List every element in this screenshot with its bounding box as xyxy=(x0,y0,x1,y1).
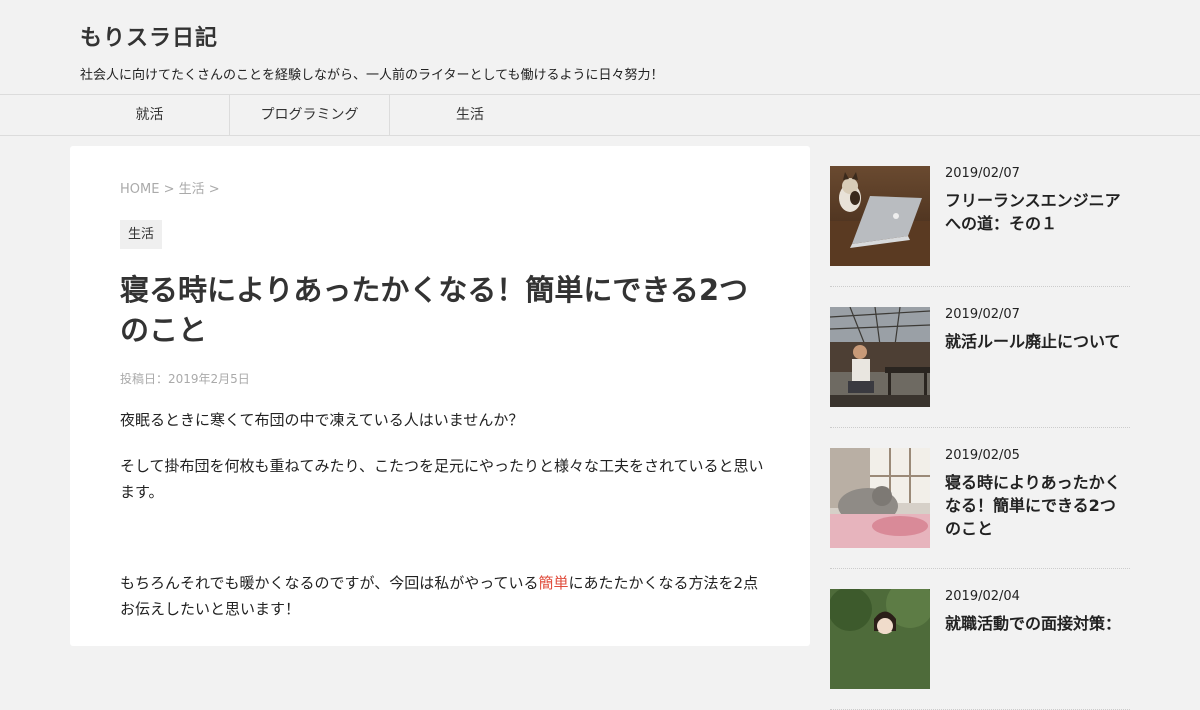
recent-post-date: 2019/02/07 xyxy=(945,307,1020,322)
site-tagline: 社会人に向けてたくさんのことを経験しながら、一人前のライターとしても働けるように… xyxy=(80,68,664,83)
nav-item-programming[interactable]: プログラミング xyxy=(230,95,390,135)
article-paragraph: そして掛布団を何枚も重ねてみたり、こたつを足元にやったりと様々な工夫をされている… xyxy=(120,457,764,501)
breadcrumb-category[interactable]: 生活 xyxy=(179,182,205,197)
man-on-bench-photo[interactable] xyxy=(830,307,930,407)
breadcrumb-home[interactable]: HOME xyxy=(120,182,159,197)
recent-post-card[interactable]: 2019/02/07 就活ルール廃止について xyxy=(830,287,1130,428)
category-badge[interactable]: 生活 xyxy=(120,220,163,249)
recent-post-date: 2019/02/04 xyxy=(945,589,1020,604)
recent-post-date: 2019/02/07 xyxy=(945,166,1020,181)
recent-post-title[interactable]: 就職活動での面接対策： xyxy=(945,612,1130,635)
recent-post-title[interactable]: 就活ルール廃止について xyxy=(945,330,1130,353)
paragraph-text: もちろんそれでも暖かくなるのですが、今回は私がやっている xyxy=(120,574,539,592)
nav-item-seikatsu[interactable]: 生活 xyxy=(390,95,550,135)
article-paragraph: もちろんそれでも暖かくなるのですが、今回は私がやっている簡単にあたたかくなる方法… xyxy=(120,570,770,622)
recent-post-card[interactable]: 2019/02/07 フリーランスエンジニアへの道：その１ xyxy=(830,146,1130,287)
breadcrumb: HOME > 生活 > xyxy=(120,178,220,197)
site-header: もりスラ日記 社会人に向けてたくさんのことを経験しながら、一人前のライターとして… xyxy=(0,0,1200,94)
recent-post-card[interactable]: 2019/02/05 寝る時によりあったかくなる！簡単にできる2つのこと xyxy=(830,428,1130,569)
woman-trees-photo[interactable] xyxy=(830,589,930,689)
cat-laptop-photo[interactable] xyxy=(830,166,930,266)
nav-item-shukatsu[interactable]: 就活 xyxy=(70,95,230,135)
recent-post-title[interactable]: フリーランスエンジニアへの道：その１ xyxy=(945,189,1130,235)
breadcrumb-separator: > xyxy=(163,182,175,197)
post-title: 寝る時によりあったかくなる！簡単にできる2つのこと xyxy=(120,273,749,347)
sleeping-cat-photo[interactable] xyxy=(830,448,930,548)
recent-post-date: 2019/02/05 xyxy=(945,448,1020,463)
breadcrumb-separator: > xyxy=(208,182,220,197)
recent-post-title[interactable]: 寝る時によりあったかくなる！簡単にできる2つのこと xyxy=(945,471,1130,540)
article-paragraph: 夜眠るときに寒くて布団の中で凍えている人はいませんか？ xyxy=(120,411,524,429)
recent-post-card[interactable]: 2019/02/04 就職活動での面接対策： xyxy=(830,569,1130,710)
global-nav: 就活 プログラミング 生活 xyxy=(0,94,1200,136)
inline-keyword-link[interactable]: 簡単 xyxy=(539,574,569,592)
post-date: 投稿日：2019年2月5日 xyxy=(120,372,250,386)
site-title[interactable]: もりスラ日記 xyxy=(80,20,218,52)
article-card: HOME > 生活 > 生活 寝る時によりあったかくなる！簡単にできる2つのこと… xyxy=(70,146,810,646)
